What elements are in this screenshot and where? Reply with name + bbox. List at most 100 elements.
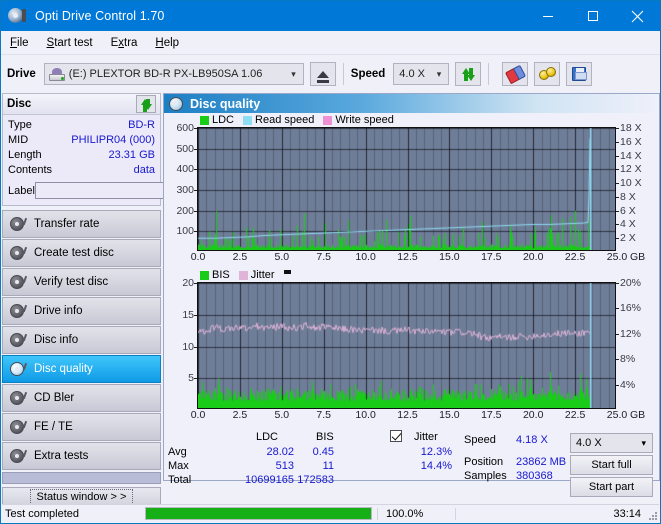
disc-icon <box>10 419 28 435</box>
legend-swatch <box>243 115 253 125</box>
settings-button[interactable] <box>534 62 561 86</box>
disc-label-row: Label <box>8 181 238 200</box>
disc-key: MID <box>8 134 29 146</box>
legend-entry-jitter: Jitter <box>238 269 275 281</box>
menu-extra[interactable]: Extra <box>102 34 147 52</box>
stats-header-bis: BIS <box>316 431 334 443</box>
close-icon[interactable] <box>615 1 660 31</box>
sidebar-item-fe-te[interactable]: FE / TE <box>2 413 161 441</box>
drive-icon <box>48 67 65 81</box>
y-tick-label: 300 <box>176 184 194 196</box>
chart-ldc-plot[interactable] <box>197 127 616 251</box>
start-full-button[interactable]: Start full <box>570 455 653 475</box>
content-header: Disc quality <box>164 94 659 113</box>
sidebar-spacer <box>2 472 161 484</box>
eject-button[interactable] <box>309 62 336 86</box>
disc-icon <box>10 448 28 464</box>
stats-jitter-max: 14.4% <box>420 460 452 472</box>
erase-button[interactable] <box>502 62 529 86</box>
sidebar-item-create-test-disc[interactable]: Create test disc <box>2 239 161 267</box>
save-button[interactable] <box>566 62 593 86</box>
refresh-icon <box>140 98 153 112</box>
x-tick-label: 22.5 <box>564 251 586 263</box>
disc-icon <box>10 245 28 261</box>
y2-tick-label: 8 X <box>620 190 636 203</box>
x-tick-label: 25.0 <box>606 409 628 421</box>
menu-start-test[interactable]: Start test <box>38 34 102 52</box>
refresh-button[interactable] <box>455 62 482 86</box>
legend-label: BIS <box>212 269 230 281</box>
sidebar-item-drive-info[interactable]: Drive info <box>2 297 161 325</box>
legend-swatch <box>323 115 333 125</box>
chevron-down-icon: ▾ <box>641 437 646 448</box>
start-part-button[interactable]: Start part <box>570 477 653 497</box>
disc-icon <box>10 332 28 348</box>
disc-row-type: Type BD-R <box>8 118 155 133</box>
chart-ldc-legend: LDC Read speed Write speed <box>164 113 659 127</box>
resize-grip[interactable] <box>647 510 657 520</box>
x-tick-label: 22.5 <box>564 409 586 421</box>
sidebar-item-cd-bler[interactable]: CD Bler <box>2 384 161 412</box>
test-speed-select[interactable]: 4.0 X ▾ <box>570 433 653 453</box>
menu-bar: File Start test Extra Help <box>1 31 660 55</box>
chart-bis-x-axis: 0.0 2.5 5.0 7.5 10.0 12.5 15.0 17.5 20.0 22.5 25.0… <box>191 409 659 424</box>
stats-max-bis: 11 <box>322 460 334 472</box>
y2-tick <box>616 169 619 171</box>
speed-select[interactable]: 4.0 X ▾ <box>393 63 450 85</box>
eraser-icon <box>504 64 526 84</box>
disc-value: 23.31 GB <box>108 149 155 161</box>
chart-ldc-y-axis: 100 200 300 400 500 600 <box>164 122 197 251</box>
coins-icon <box>538 66 556 82</box>
stats-samples-value: 380368 <box>516 470 553 482</box>
disc-icon <box>10 390 28 406</box>
sidebar-item-disc-info[interactable]: Disc info <box>2 326 161 354</box>
x-tick-label: 0.0 <box>190 409 206 421</box>
x-tick-label: 5.0 <box>274 251 290 263</box>
window-controls <box>525 1 660 31</box>
toolbar-divider-2 <box>488 63 490 85</box>
y-tick-label: 500 <box>176 142 194 155</box>
disc-refresh-button[interactable] <box>136 95 156 113</box>
status-window-label: Status window > > <box>29 489 134 505</box>
x-tick-label: 7.5 <box>316 251 331 263</box>
disc-row-length: Length 23.31 GB <box>8 148 155 163</box>
stats-speed-label: Speed <box>464 434 496 446</box>
disc-icon <box>169 97 183 111</box>
stats-grid: LDC BIS Avg 28.02 0.45 Max 513 11 Total … <box>164 429 659 497</box>
menu-file[interactable]: File <box>1 34 38 52</box>
minimize-icon[interactable] <box>525 1 570 31</box>
sidebar-item-label: Verify test disc <box>34 276 109 288</box>
x-tick-label: 15.0 <box>439 251 460 263</box>
stats-jitter-avg: 12.3% <box>420 446 452 458</box>
stats-row-max-label: Max <box>168 460 189 472</box>
stats-samples-label: Samples <box>464 470 507 482</box>
y2-tick-label: 10 X <box>620 177 642 190</box>
jitter-checkbox[interactable] <box>390 430 402 443</box>
sidebar-item-disc-quality[interactable]: Disc quality <box>2 355 161 383</box>
stats-max-ldc: 513 <box>275 460 294 472</box>
sidebar: Disc Type BD-R MID PHILIPR04 (000) Lengt… <box>2 93 238 507</box>
status-bar: Test completed 100.0% 33:14 <box>2 504 659 522</box>
legend-swatch <box>200 115 209 125</box>
stats-position-label: Position <box>464 456 504 468</box>
y2-tick <box>616 196 619 198</box>
y-tick-label: 10 <box>182 340 194 353</box>
stats-total-ldc: 10699165 <box>245 474 294 486</box>
sidebar-item-extra-tests[interactable]: Extra tests <box>2 442 161 470</box>
menu-help[interactable]: Help <box>146 34 188 52</box>
window-title: Opti Drive Control 1.70 <box>35 9 165 23</box>
sidebar-item-label: Extra tests <box>34 450 89 462</box>
chart-bis-legend: BIS Jitter <box>164 268 659 282</box>
chevron-down-icon: ▾ <box>291 68 296 79</box>
sidebar-item-transfer-rate[interactable]: Transfer rate <box>2 210 161 238</box>
x-tick-label: 15.0 <box>439 409 460 421</box>
app-window: Opti Drive Control 1.70 File Start test … <box>0 0 661 524</box>
y-tick-label: 600 <box>176 122 194 134</box>
sidebar-item-verify-test-disc[interactable]: Verify test disc <box>2 268 161 296</box>
checkbox-icon <box>390 430 402 442</box>
y-tick-label: 100 <box>176 225 194 238</box>
maximize-icon[interactable] <box>570 1 615 31</box>
chart-bis-plot[interactable] <box>197 282 616 409</box>
drive-select[interactable]: (E:) PLEXTOR BD-R PX-LB950SA 1.06 ▾ <box>43 63 304 85</box>
legend-entry-read-speed: Read speed <box>243 114 314 126</box>
